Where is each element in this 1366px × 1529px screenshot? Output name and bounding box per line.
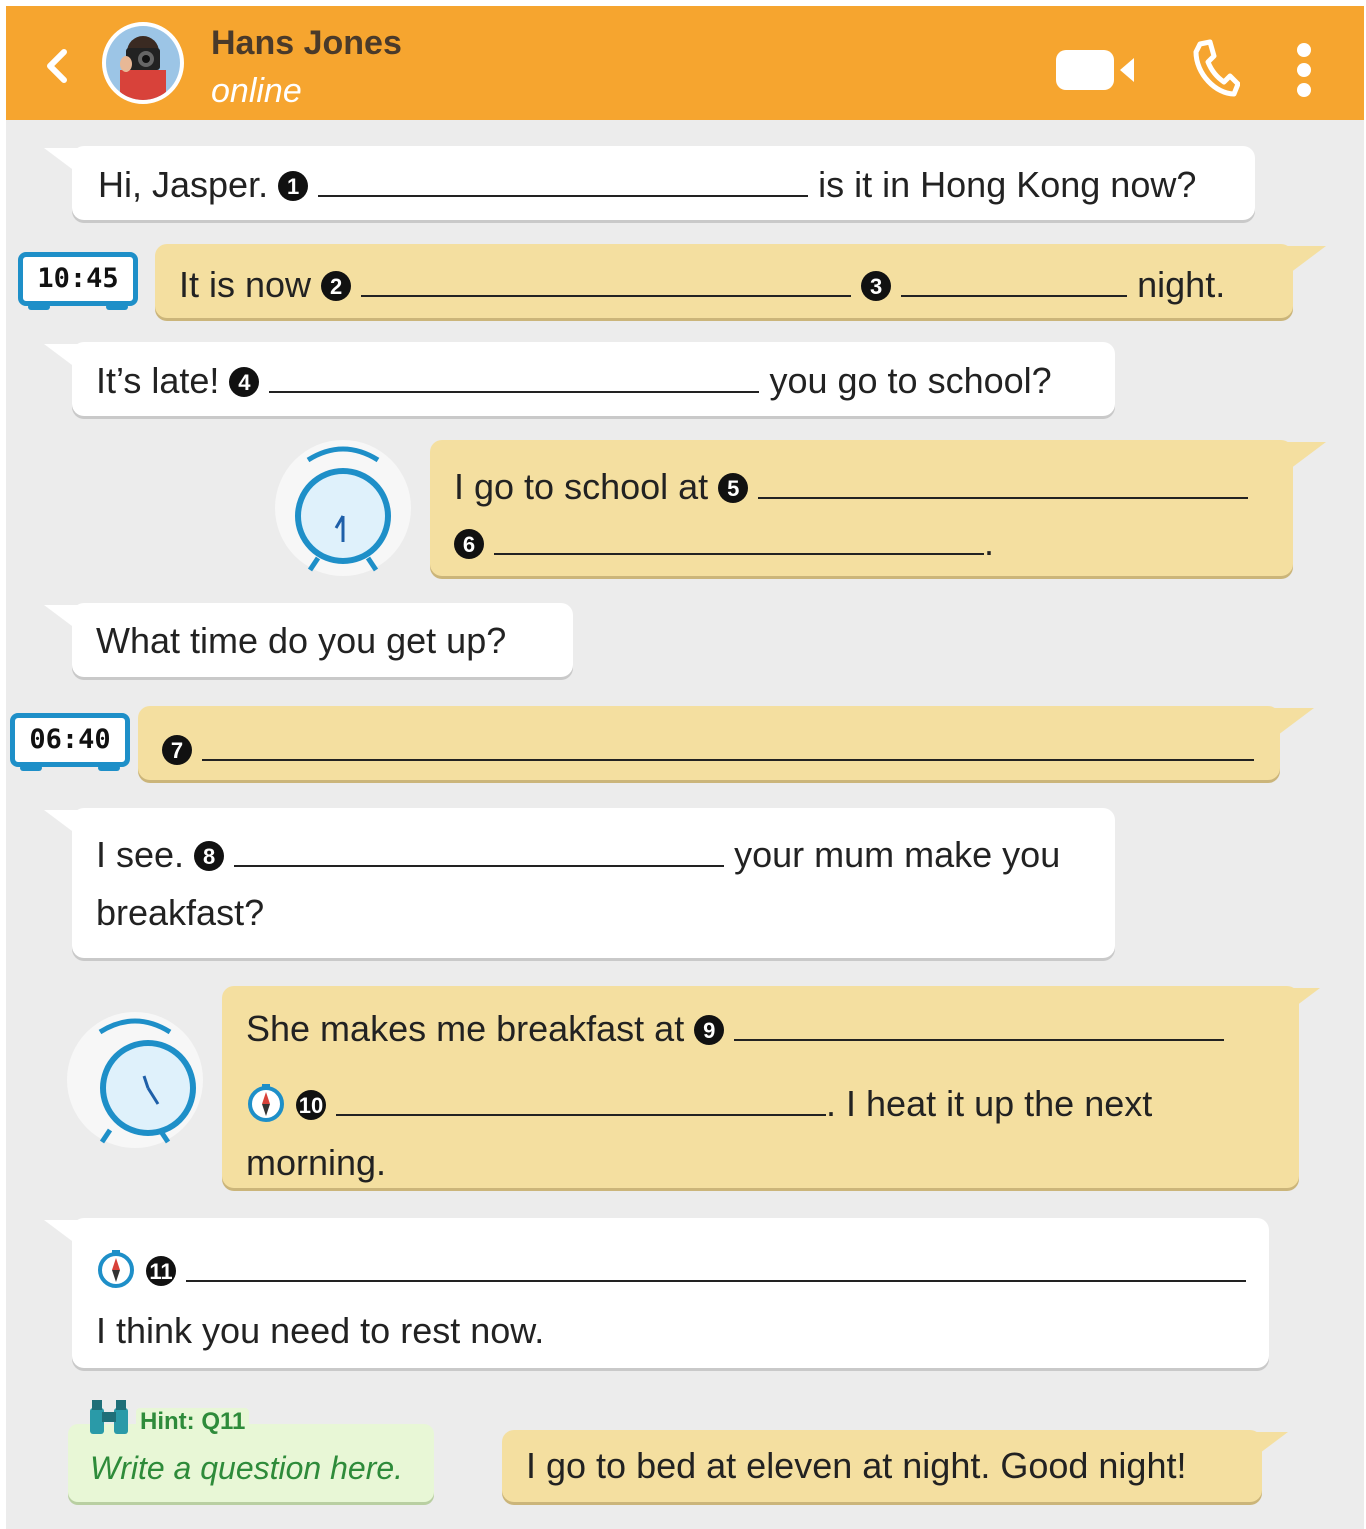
answer-blank[interactable]: [336, 1112, 827, 1116]
phone-icon[interactable]: [1190, 38, 1240, 98]
avatar[interactable]: [102, 22, 184, 104]
message-text: She makes me breakfast at: [246, 1008, 685, 1049]
answer-blank[interactable]: [234, 863, 725, 867]
video-call-icon[interactable]: [1054, 48, 1138, 92]
message-text: morning.: [246, 1142, 387, 1183]
message-text: is it in Hong Kong now?: [818, 164, 1197, 205]
contact-status: online: [211, 72, 302, 110]
chat-header: Hans Jones online: [6, 6, 1364, 120]
alarm-clock-icon: [275, 440, 411, 576]
message-text: I see.: [96, 834, 185, 875]
hint-text: Write a question here.: [90, 1450, 404, 1486]
question-number: 3: [861, 271, 892, 301]
message-outgoing: I go to school at 5 6 .: [430, 440, 1293, 576]
answer-blank[interactable]: [318, 193, 809, 197]
question-number: 1: [278, 171, 309, 201]
compass-icon: [248, 1084, 284, 1122]
message-text: your mum make you: [734, 834, 1061, 875]
chat-screen: Hans Jones online Hi, Jasper. 1 is it in…: [6, 6, 1364, 1529]
alarm-clock-icon: [67, 1012, 203, 1148]
hint-label: Hint: Q11: [136, 1408, 250, 1436]
answer-blank[interactable]: [361, 293, 852, 297]
answer-blank[interactable]: [186, 1278, 1247, 1282]
answer-blank[interactable]: [734, 1037, 1225, 1041]
answer-blank[interactable]: [758, 495, 1249, 499]
question-number: 4: [229, 367, 260, 397]
message-incoming: I see. 8 your mum make you breakfast?: [72, 808, 1115, 958]
message-text: I go to bed at eleven at night. Good nig…: [526, 1445, 1187, 1486]
contact-name: Hans Jones: [211, 24, 402, 62]
answer-blank[interactable]: [202, 757, 1255, 761]
question-number: 11: [146, 1256, 177, 1286]
question-number: 8: [194, 841, 225, 871]
message-text: What time do you get up?: [96, 620, 507, 661]
message-text: Hi, Jasper.: [98, 164, 269, 205]
message-incoming: It’s late! 4 you go to school?: [72, 342, 1115, 416]
answer-blank[interactable]: [494, 551, 985, 555]
question-number: 6: [454, 529, 484, 559]
message-text: It is now: [179, 264, 312, 305]
question-number: 2: [321, 271, 352, 301]
message-outgoing: It is now 2 3 night.: [155, 244, 1293, 318]
message-incoming: Hi, Jasper. 1 is it in Hong Kong now?: [72, 146, 1255, 220]
binoculars-icon: [90, 1400, 128, 1434]
answer-blank[interactable]: [901, 293, 1128, 297]
compass-icon: [98, 1250, 134, 1288]
message-text: I think you need to rest now.: [96, 1310, 545, 1351]
answer-blank[interactable]: [269, 389, 760, 393]
message-outgoing: 7: [138, 706, 1280, 780]
question-number: 10: [296, 1090, 327, 1120]
message-text: .: [984, 522, 995, 563]
message-text: It’s late!: [96, 360, 220, 401]
message-text: you go to school?: [769, 360, 1052, 401]
message-incoming: What time do you get up?: [72, 603, 573, 677]
question-number: 9: [694, 1015, 725, 1045]
back-chevron-icon[interactable]: [38, 46, 78, 86]
message-outgoing: She makes me breakfast at 9 10 . I heat …: [222, 986, 1299, 1188]
message-text: night.: [1137, 264, 1226, 305]
bubble-tail: [1274, 708, 1314, 738]
message-text: . I heat it up the next: [826, 1083, 1153, 1124]
message-outgoing: I go to bed at eleven at night. Good nig…: [502, 1430, 1262, 1502]
message-text: breakfast?: [96, 892, 265, 933]
more-vert-icon[interactable]: [1294, 42, 1314, 98]
question-number: 7: [162, 735, 192, 765]
message-incoming: 11 I think you need to rest now.: [72, 1218, 1269, 1368]
message-text: I go to school at: [454, 466, 709, 507]
question-number: 5: [718, 473, 749, 503]
